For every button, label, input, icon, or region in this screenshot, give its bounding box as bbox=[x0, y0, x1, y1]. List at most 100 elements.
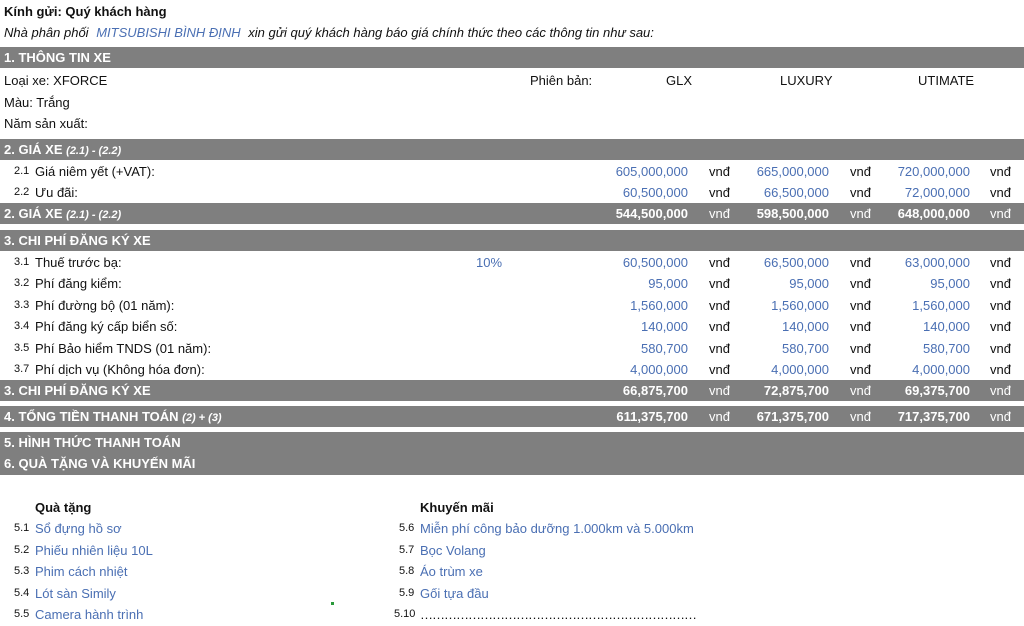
row-label: Ưu đãi: bbox=[35, 185, 78, 200]
section4-total: 4. TỔNG TIỀN THANH TOÁN (2) + (3) 611,37… bbox=[0, 406, 1024, 427]
table-row: 3.2 Phí đăng kiểm: 95,000 vnđ 95,000 vnđ 95,00… bbox=[0, 273, 1024, 294]
row-label: Phí đường bộ (01 năm): bbox=[35, 297, 175, 313]
total-utimate: 69,375,700 bbox=[904, 383, 970, 398]
intro-line: Nhà phân phối MITSUBISHI BÌNH ĐỊNH xin g… bbox=[4, 25, 654, 40]
row-label: Thuế trước bạ: bbox=[35, 255, 122, 270]
unit: vnđ bbox=[990, 255, 1011, 270]
value-glx: 140,000 bbox=[641, 319, 688, 335]
gift-index: 5.3 bbox=[14, 565, 30, 577]
row-index: 2.1 bbox=[14, 165, 30, 177]
tax-rate: 10% bbox=[476, 255, 503, 270]
value-glx: 95,000 bbox=[648, 276, 688, 292]
unit: vnđ bbox=[990, 340, 1011, 356]
section4-title-text: 4. TỔNG TIỀN THANH TOÁN bbox=[4, 409, 179, 424]
gift-index: 5.4 bbox=[14, 586, 30, 599]
intro-prefix: Nhà phân phối bbox=[4, 25, 89, 40]
promo-index: 5.6 bbox=[399, 522, 415, 534]
promo-item: Miễn phí công bảo dưỡng 1.000km và 5.000… bbox=[420, 521, 694, 536]
unit: vnđ bbox=[990, 297, 1011, 313]
row-label: Phí đăng kiểm: bbox=[35, 276, 122, 292]
table-row: 3.3 Phí đường bộ (01 năm): 1,560,000 vnđ 1,5… bbox=[0, 295, 1024, 316]
unit: vnđ bbox=[990, 362, 1011, 377]
value-utimate: 1,560,000 bbox=[912, 297, 970, 313]
car-color: Màu: Trắng bbox=[4, 95, 70, 110]
table-row: 3.7 Phí dịch vụ (Không hóa đơn): 4,000,000… bbox=[0, 359, 1024, 380]
promo-index: 5.7 bbox=[399, 543, 415, 556]
version-glx: GLX bbox=[666, 73, 693, 88]
table-row: 2.2 Ưu đãi: 60,500,000 vnđ 66,500,000 vn… bbox=[0, 182, 1024, 203]
unit: vnđ bbox=[990, 206, 1011, 221]
total-utimate: 717,375,700 bbox=[897, 409, 970, 424]
value-luxury: 4,000,000 bbox=[771, 362, 829, 377]
value-luxury: 1,560,000 bbox=[771, 297, 829, 313]
value-luxury: 665,000,000 bbox=[756, 164, 829, 179]
total-glx: 544,500,000 bbox=[615, 206, 688, 221]
section3-header: 3. CHI PHÍ ĐĂNG KÝ XE bbox=[0, 230, 1024, 251]
total-utimate: 648,000,000 bbox=[897, 206, 970, 221]
total-glx: 66,875,700 bbox=[622, 383, 688, 398]
section2-total-title-text: 2. GIÁ XE bbox=[4, 206, 63, 221]
value-luxury: 66,500,000 bbox=[763, 255, 829, 270]
row-index: 3.5 bbox=[14, 341, 30, 354]
section2-header: 2. GIÁ XE (2.1) - (2.2) bbox=[0, 139, 1024, 160]
green-mark bbox=[331, 602, 334, 605]
section6-title: 6. QUÀ TẶNG VÀ KHUYẾN MÃI bbox=[4, 456, 196, 471]
car-year: Năm sản xuất: bbox=[4, 116, 88, 131]
value-utimate: 140,000 bbox=[923, 319, 970, 335]
section4-title: 4. TỔNG TIỀN THANH TOÁN (2) + (3) bbox=[4, 409, 222, 424]
unit: vnđ bbox=[990, 164, 1011, 179]
promo-item: Gối tựa đầu bbox=[420, 585, 489, 601]
section4-subtitle: (2) + (3) bbox=[182, 412, 222, 424]
unit: vnđ bbox=[990, 409, 1011, 424]
row-label: Giá niêm yết (+VAT): bbox=[35, 164, 155, 179]
promo-index: 5.10 bbox=[394, 608, 416, 620]
section6-header: 6. QUÀ TẶNG VÀ KHUYẾN MÃI bbox=[0, 453, 1024, 475]
value-utimate: 720,000,000 bbox=[897, 164, 970, 179]
gift-item: Camera hành trình bbox=[35, 607, 144, 622]
version-label: Phiên bản: bbox=[530, 73, 593, 88]
total-luxury: 671,375,700 bbox=[756, 409, 829, 424]
section2-total: 2. GIÁ XE (2.1) - (2.2) 544,500,000 vnđ … bbox=[0, 203, 1024, 224]
section2-title: 2. GIÁ XE (2.1) - (2.2) bbox=[4, 142, 121, 157]
version-luxury: LUXURY bbox=[780, 73, 833, 88]
value-luxury: 580,700 bbox=[782, 340, 829, 356]
value-glx: 580,700 bbox=[641, 340, 688, 356]
row-label: Phí đăng ký cấp biển số: bbox=[35, 319, 178, 335]
value-utimate: 4,000,000 bbox=[912, 362, 970, 377]
value-utimate: 580,700 bbox=[923, 340, 970, 356]
value-utimate: 95,000 bbox=[930, 276, 970, 292]
gift-item: Phim cách nhiệt bbox=[35, 564, 128, 579]
promo-index: 5.8 bbox=[399, 565, 415, 577]
row-index: 3.2 bbox=[14, 277, 30, 290]
value-glx: 60,500,000 bbox=[622, 255, 688, 270]
unit: vnđ bbox=[990, 185, 1011, 200]
section3-title: 3. CHI PHÍ ĐĂNG KÝ XE bbox=[4, 233, 151, 248]
value-utimate: 72,000,000 bbox=[904, 185, 970, 200]
gift-item: Phiếu nhiên liệu 10L bbox=[35, 542, 153, 558]
row-label: Phí Bảo hiểm TNDS (01 năm): bbox=[35, 340, 212, 356]
value-glx: 4,000,000 bbox=[630, 362, 688, 377]
table-row: 3.5 Phí Bảo hiểm TNDS (01 năm): 580,700 vnđ… bbox=[0, 338, 1024, 359]
gift-index: 5.2 bbox=[14, 543, 30, 556]
unit: vnđ bbox=[990, 383, 1011, 398]
promos-heading: Khuyến mãi bbox=[420, 500, 494, 515]
gift-index: 5.1 bbox=[14, 522, 30, 534]
value-glx: 1,560,000 bbox=[630, 297, 688, 313]
row-label: Phí dịch vụ (Không hóa đơn): bbox=[35, 362, 205, 377]
value-glx: 60,500,000 bbox=[622, 185, 688, 200]
section2-title-text: 2. GIÁ XE bbox=[4, 142, 63, 157]
gifts-heading: Quà tặng bbox=[35, 500, 92, 515]
value-luxury: 66,500,000 bbox=[763, 185, 829, 200]
section5-header: 5. HÌNH THỨC THANH TOÁN bbox=[0, 432, 1024, 453]
version-utimate: UTIMATE bbox=[918, 73, 975, 88]
promo-item: …………………………………………………………… bbox=[420, 607, 697, 622]
value-luxury: 95,000 bbox=[789, 276, 829, 292]
row-index: 3.7 bbox=[14, 363, 30, 375]
intro-suffix: xin gửi quý khách hàng báo giá chính thứ… bbox=[248, 25, 654, 40]
row-index: 3.3 bbox=[14, 298, 30, 311]
value-utimate: 63,000,000 bbox=[904, 255, 970, 270]
section5-title: 5. HÌNH THỨC THANH TOÁN bbox=[4, 435, 181, 450]
row-index: 3.4 bbox=[14, 320, 30, 333]
section1-header: 1. THÔNG TIN XE bbox=[0, 47, 1024, 68]
dealer-name: MITSUBISHI BÌNH ĐỊNH bbox=[96, 25, 241, 40]
